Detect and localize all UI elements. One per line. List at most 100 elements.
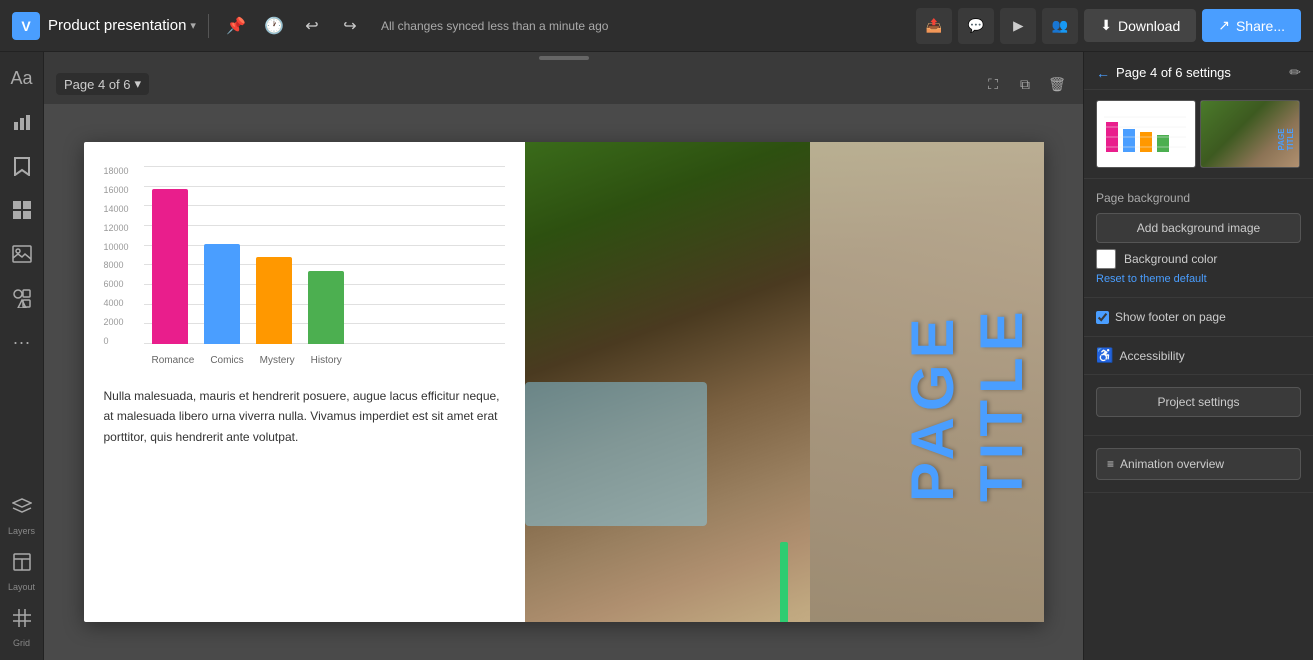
sky-detail [525,382,706,526]
publish-icon-button[interactable]: 📤 [916,8,952,44]
presentation-title: Product presentation [48,17,186,34]
download-button[interactable]: ⬇ Download [1084,9,1196,42]
show-footer-label: Show footer on page [1115,310,1226,324]
pin-button[interactable]: 📌 [221,11,251,41]
thumbnail-title: PAGE TITLE [1277,118,1295,151]
slide-body-text: Nulla malesuada, mauris et hendrerit pos… [104,386,506,447]
y-label-10000: 10000 [104,242,142,252]
edit-icon[interactable]: ✏ [1289,64,1301,81]
sidebar-item-text[interactable]: Aa [4,60,40,96]
accessibility-label: Accessibility [1119,349,1184,363]
chart-bars-row [144,189,506,344]
x-axis-labels: Romance Comics Mystery History [144,355,506,366]
slide-wrapper: 18000 16000 14000 12000 10000 8000 6000 … [44,104,1083,660]
add-background-image-button[interactable]: Add background image [1096,213,1301,243]
text-icon[interactable]: Aa [4,60,40,96]
comments-button[interactable]: 💬 [958,8,994,44]
background-color-label: Background color [1124,252,1217,266]
animation-icon: ≡ [1107,457,1114,471]
x-label-comics-group: Comics [210,355,243,366]
elements-icon[interactable] [4,280,40,316]
fullscreen-button[interactable]: ⛶ [979,70,1007,98]
show-footer-row: Show footer on page [1096,310,1301,324]
presentation-title-group[interactable]: Product presentation ▾ [48,17,196,34]
download-label: Download [1118,18,1180,34]
background-color-row: Background color [1096,249,1301,269]
thumbnail-1[interactable] [1096,100,1196,168]
y-label-16000: 16000 [104,185,142,195]
scroll-dots [539,56,589,60]
x-label-mystery-group: Mystery [260,355,295,366]
bar-comics [204,244,240,344]
x-label-comics: Comics [210,355,243,366]
back-button[interactable]: ← [1096,65,1110,81]
history-button[interactable]: 🕐 [259,11,289,41]
bar-comics-rect [204,244,240,344]
reset-to-theme-default-link[interactable]: Reset to theme default [1096,273,1301,285]
photo-simulation: PAGE TITLE [525,142,1043,622]
duplicate-page-button[interactable]: ⧉ [1011,70,1039,98]
download-icon: ⬇ [1100,17,1112,34]
page-background-label: Page background [1096,191,1301,205]
y-label-14000: 14000 [104,204,142,214]
layers-icon[interactable] [4,488,40,524]
image-icon[interactable] [4,236,40,272]
topbar: V Product presentation ▾ 📌 🕐 ↩ ↪ All cha… [0,0,1313,52]
sidebar-item-image[interactable] [4,236,40,272]
present-button[interactable]: ▶ [1000,8,1036,44]
slide-photo-area: PAGE TITLE [525,142,1043,622]
sidebar-item-analytics[interactable] [4,104,40,140]
y-label-18000: 18000 [104,166,142,176]
sidebar-item-bookmark[interactable] [4,148,40,184]
page-title-vertical: PAGE TITLE [898,262,1036,502]
grid-icon[interactable] [4,600,40,636]
analytics-icon[interactable] [4,104,40,140]
slide[interactable]: 18000 16000 14000 12000 10000 8000 6000 … [84,142,1044,622]
sidebar-item-layers[interactable]: Layers [4,488,40,536]
sidebar-item-layout-grid[interactable] [4,192,40,228]
page-chevron-icon: ▾ [135,76,142,92]
x-label-mystery: Mystery [260,355,295,366]
more-icon[interactable]: ··· [4,324,40,360]
right-panel: ← Page 4 of 6 settings ✏ [1083,52,1313,660]
layout-icon[interactable] [4,544,40,580]
thumbnail-photo-bg: PAGE TITLE [1201,101,1299,167]
bar-mystery [256,257,292,344]
background-color-swatch[interactable] [1096,249,1116,269]
y-label-6000: 6000 [104,279,142,289]
thumbnail-2[interactable]: PAGE TITLE [1200,100,1300,168]
divider-1 [208,14,209,38]
sidebar-bottom: Layers Layout Grid [4,488,40,652]
sidebar-item-elements[interactable] [4,280,40,316]
right-panel-header: ← Page 4 of 6 settings ✏ [1084,52,1313,90]
sidebar-item-layout[interactable]: Layout [4,544,40,592]
x-label-history-group: History [311,355,342,366]
y-label-0: 0 [104,336,142,346]
delete-page-button[interactable]: 🗑 [1043,70,1071,98]
layout-grid-icon[interactable] [4,192,40,228]
show-footer-section: Show footer on page [1084,298,1313,337]
redo-button[interactable]: ↪ [335,11,365,41]
project-settings-button[interactable]: Project settings [1096,387,1301,417]
undo-button[interactable]: ↩ [297,11,327,41]
page-indicator-text: Page 4 of 6 [64,77,131,92]
share-icon: ↗ [1218,17,1230,34]
page-background-section: Page background Add background image Bac… [1084,179,1313,298]
y-label-4000: 4000 [104,298,142,308]
page-indicator[interactable]: Page 4 of 6 ▾ [56,73,149,95]
chart-plot-area [144,166,506,344]
collaborators-button[interactable]: 👥 [1042,8,1078,44]
title-chevron-icon: ▾ [190,19,196,32]
animation-overview-button[interactable]: ≡ Animation overview [1096,448,1301,480]
right-panel-title: Page 4 of 6 settings [1116,65,1231,80]
sidebar-item-more[interactable]: ··· [4,324,40,360]
layers-label: Layers [8,526,35,536]
scroll-indicator [44,52,1083,64]
sidebar-item-grid[interactable]: Grid [4,600,40,648]
accessibility-row[interactable]: ♿ Accessibility [1084,337,1313,375]
show-footer-checkbox[interactable] [1096,311,1109,324]
app-logo: V [12,12,40,40]
share-button[interactable]: ↗ Share... [1202,9,1301,42]
thumbnail-container: PAGE TITLE [1096,100,1301,168]
bookmark-icon[interactable] [4,148,40,184]
